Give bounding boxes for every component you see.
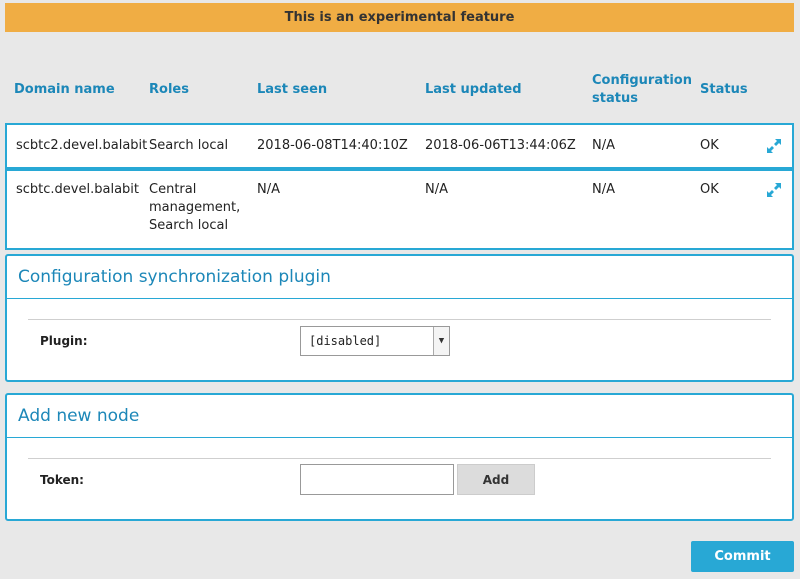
table-row: scbtc2.devel.balabit Search local 2018-0…: [5, 123, 794, 169]
expand-icon[interactable]: [764, 136, 784, 156]
panel-divider: [7, 437, 792, 438]
header-last-seen: Last seen: [257, 82, 328, 97]
panel-title: Add new node: [18, 406, 140, 426]
cell-last-seen: N/A: [257, 182, 280, 197]
header-last-updated: Last updated: [425, 82, 522, 97]
cell-domain: scbtc2.devel.balabit: [16, 138, 148, 153]
expand-icon[interactable]: [764, 180, 784, 200]
cell-status: OK: [700, 138, 719, 153]
panel-title: Configuration synchronization plugin: [18, 267, 331, 287]
table-row: scbtc.devel.balabit Central management, …: [5, 169, 794, 250]
plugin-select-value: [disabled]: [309, 334, 382, 348]
cell-config-status: N/A: [592, 138, 615, 153]
experimental-banner: This is an experimental feature: [5, 3, 794, 32]
plugin-label: Plugin:: [40, 334, 88, 348]
cell-last-updated: 2018-06-06T13:44:06Z: [425, 138, 576, 153]
add-button[interactable]: Add: [457, 464, 535, 495]
cell-last-seen: 2018-06-08T14:40:10Z: [257, 138, 408, 153]
cell-roles: Central management, Search local: [149, 182, 241, 233]
cell-status: OK: [700, 182, 719, 197]
header-roles: Roles: [149, 82, 189, 97]
header-domain-name: Domain name: [14, 82, 115, 97]
plugin-select[interactable]: [disabled] ▼: [300, 326, 450, 356]
token-input[interactable]: [300, 464, 454, 495]
nodes-table-header: Domain name Roles Last seen Last updated…: [0, 62, 800, 118]
banner-text: This is an experimental feature: [284, 10, 515, 25]
cell-last-updated: N/A: [425, 182, 448, 197]
panel-divider: [7, 298, 792, 299]
chevron-down-icon[interactable]: ▼: [433, 327, 449, 355]
token-label: Token:: [40, 473, 84, 487]
divider: [28, 458, 771, 459]
cell-roles: Search local: [149, 138, 229, 153]
add-new-node-panel: Add new node Token: Add: [5, 393, 794, 521]
divider: [28, 319, 771, 320]
cell-domain: scbtc.devel.balabit: [16, 182, 139, 197]
header-status: Status: [700, 82, 748, 97]
commit-button[interactable]: Commit: [691, 541, 794, 572]
header-configuration-status: Configuration status: [592, 73, 692, 106]
config-sync-plugin-panel: Configuration synchronization plugin Plu…: [5, 254, 794, 382]
cell-config-status: N/A: [592, 182, 615, 197]
